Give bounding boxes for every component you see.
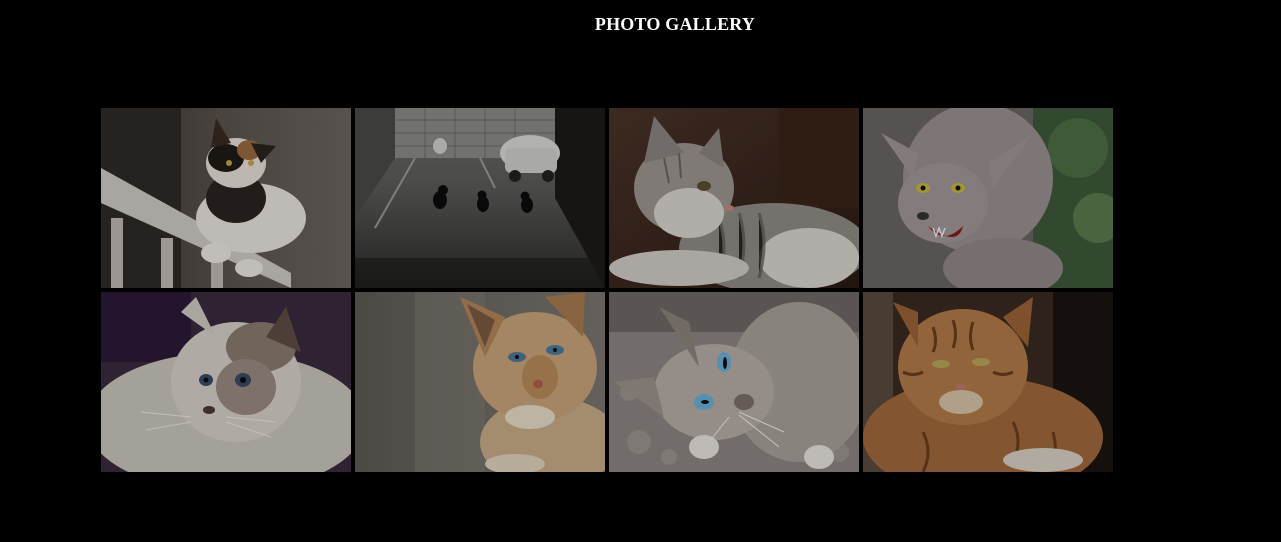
calico-cat-on-railing-photo [101, 108, 351, 288]
gallery-thumb-6[interactable] [355, 292, 605, 472]
grey-cat-hissing-photo [863, 108, 1113, 288]
gallery-thumb-1[interactable] [101, 108, 351, 288]
three-cats-in-alley-photo [355, 108, 605, 288]
blue-eyed-cat-crouching-photo [609, 292, 859, 472]
gallery-page: PHOTO GALLERY [0, 0, 1281, 542]
gallery-thumb-3[interactable] [609, 108, 859, 288]
gallery-thumb-7[interactable] [609, 292, 859, 472]
photo-grid [101, 108, 1113, 472]
page-title: PHOTO GALLERY [594, 14, 756, 34]
gallery-thumb-5[interactable] [101, 292, 351, 472]
fluffy-birman-cat-photo [101, 292, 351, 472]
cream-siamese-cat-photo [355, 292, 605, 472]
gallery-thumb-2[interactable] [355, 108, 605, 288]
gallery-thumb-8[interactable] [863, 292, 1113, 472]
gallery-thumb-4[interactable] [863, 108, 1113, 288]
tabby-white-cat-lying-photo [609, 108, 859, 288]
orange-tabby-cat-photo [863, 292, 1113, 472]
